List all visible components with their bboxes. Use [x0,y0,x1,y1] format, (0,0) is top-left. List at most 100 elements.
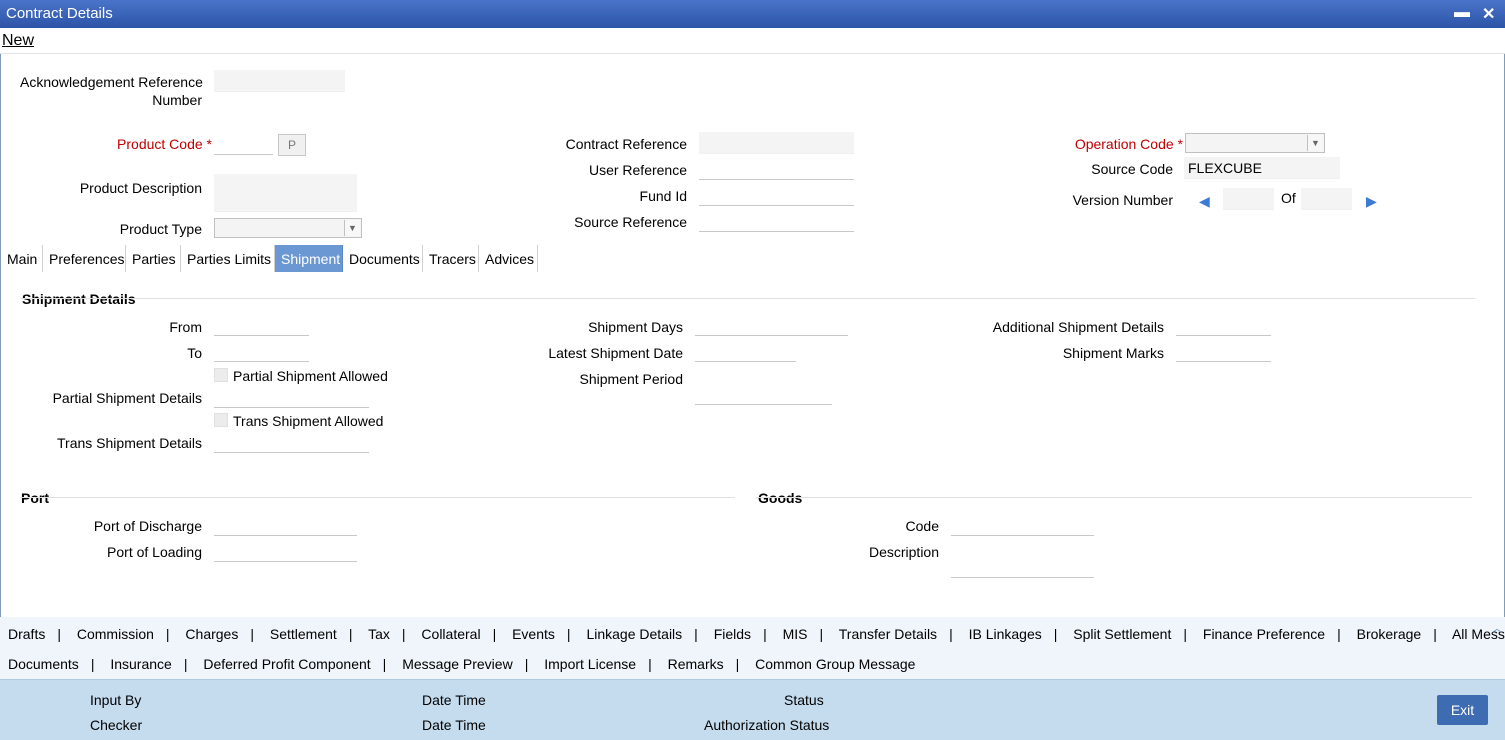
tab-tracers[interactable]: Tracers [423,245,479,272]
audit-footer: Input By Checker Date Time Date Time Sta… [0,679,1505,740]
shipment-details-divider [20,298,1475,299]
from-input[interactable] [214,314,309,336]
product-code-input[interactable] [214,133,273,155]
partial-shipment-details-input[interactable] [214,386,369,408]
shipment-marks-label: Shipment Marks [1062,345,1164,361]
link-drafts[interactable]: Drafts [8,626,45,642]
to-label: To [187,345,202,361]
link-common-group-message[interactable]: Common Group Message [755,656,915,672]
operation-code-select[interactable]: ▼ [1185,133,1325,153]
link-tax[interactable]: Tax [368,626,390,642]
operation-code-label-text: Operation Code [1074,136,1174,152]
link-ib-linkages[interactable]: IB Linkages [969,626,1042,642]
input-by-label: Input By [90,692,142,708]
port-of-loading-input[interactable] [214,540,357,562]
window-title: Contract Details [6,5,113,22]
trans-shipment-allowed-checkbox[interactable] [214,413,228,427]
tab-shipment[interactable]: Shipment [275,245,343,272]
from-label: From [169,319,202,335]
minimize-icon[interactable]: ▬ [1454,4,1470,22]
source-code-input[interactable]: FLEXCUBE [1184,157,1340,179]
product-description-label: Product Description [79,180,202,196]
subscreen-links: Drafts | Commission | Charges | Settlement |… [0,617,1505,679]
required-mark: * [206,136,212,152]
goods-code-input[interactable] [951,514,1094,536]
latest-shipment-date-input[interactable] [695,340,796,362]
next-version-icon[interactable]: ▶ [1366,193,1377,210]
product-description-input[interactable] [214,174,357,212]
link-deferred-profit-component[interactable]: Deferred Profit Component [203,656,370,672]
product-lookup-button[interactable]: P [278,134,306,156]
ack-ref-label-line1: Acknowledgement Reference [20,74,203,90]
exit-button[interactable]: Exit [1437,695,1488,725]
shipment-period-label: Shipment Period [579,371,683,387]
authorization-status-label: Authorization Status [704,717,830,733]
shipment-days-input[interactable] [695,314,848,336]
port-title: Port [21,490,49,506]
link-settlement[interactable]: Settlement [270,626,337,642]
goods-divider [756,497,1472,498]
ack-ref-label: Acknowledgement Reference Number [20,74,203,108]
partial-shipment-details-label: Partial Shipment Details [52,390,202,406]
new-link[interactable]: New [2,32,34,50]
link-split-settlement[interactable]: Split Settlement [1073,626,1171,642]
input-date-time-label: Date Time [422,692,486,708]
product-type-select[interactable]: ▼ [214,218,362,238]
version-of-label: Of [1281,190,1296,206]
source-reference-input[interactable] [699,210,854,232]
ack-ref-input[interactable] [214,70,345,92]
latest-shipment-date-label: Latest Shipment Date [548,345,683,361]
port-divider [20,497,735,498]
link-fields[interactable]: Fields [714,626,751,642]
source-code-label: Source Code [1091,161,1173,177]
goods-code-label: Code [905,518,939,534]
link-message-preview[interactable]: Message Preview [402,656,513,672]
operation-code-label: Operation Code * [1000,136,1183,152]
chevron-down-icon: ▼ [1307,135,1323,151]
version-current-input[interactable] [1223,188,1274,210]
goods-description-label: Description [868,544,939,560]
close-icon[interactable]: ✕ [1482,4,1495,24]
link-charges[interactable]: Charges [185,626,238,642]
user-reference-input[interactable] [699,158,854,180]
tab-advices[interactable]: Advices [479,245,538,272]
additional-shipment-details-input[interactable] [1176,314,1271,336]
link-transfer-details[interactable]: Transfer Details [839,626,937,642]
trans-shipment-details-input[interactable] [214,431,369,453]
tab-preferences[interactable]: Preferences [43,245,126,272]
tab-parties-limits[interactable]: Parties Limits [181,245,275,272]
subscreen-links-row-2: Documents | Insurance | Deferred Profit Co… [8,656,916,672]
checker-date-time-label: Date Time [422,717,486,733]
chevron-down-icon: ▼ [344,220,360,236]
link-finance-preference[interactable]: Finance Preference [1203,626,1325,642]
link-collateral[interactable]: Collateral [421,626,480,642]
link-linkage-details[interactable]: Linkage Details [586,626,682,642]
link-mis[interactable]: MIS [783,626,808,642]
additional-shipment-details-label: Additional Shipment Details [992,319,1164,335]
partial-shipment-allowed-checkbox[interactable] [214,368,228,382]
tab-documents[interactable]: Documents [343,245,423,272]
link-insurance[interactable]: Insurance [110,656,171,672]
link-remarks[interactable]: Remarks [668,656,724,672]
shipment-marks-input[interactable] [1176,340,1271,362]
version-total-input[interactable] [1301,188,1352,210]
contract-reference-input[interactable] [699,132,854,154]
product-code-label: Product Code * [20,136,212,152]
link-brokerage[interactable]: Brokerage [1357,626,1422,642]
link-import-license[interactable]: Import License [544,656,636,672]
contract-reference-label: Contract Reference [565,136,687,152]
port-of-discharge-input[interactable] [214,514,357,536]
product-code-label-text: Product Code [117,136,203,152]
link-documents[interactable]: Documents [8,656,79,672]
shipment-days-label: Shipment Days [588,319,683,335]
link-commission[interactable]: Commission [77,626,154,642]
link-events[interactable]: Events [512,626,555,642]
tab-parties[interactable]: Parties [126,245,181,272]
previous-version-icon[interactable]: ◀ [1199,193,1210,210]
tab-main[interactable]: Main [1,245,43,272]
fund-id-input[interactable] [699,184,854,206]
scroll-up-icon[interactable]: ︿ [1492,620,1502,635]
to-input[interactable] [214,340,309,362]
goods-description-input[interactable] [951,540,1094,578]
shipment-period-input[interactable] [695,366,832,405]
